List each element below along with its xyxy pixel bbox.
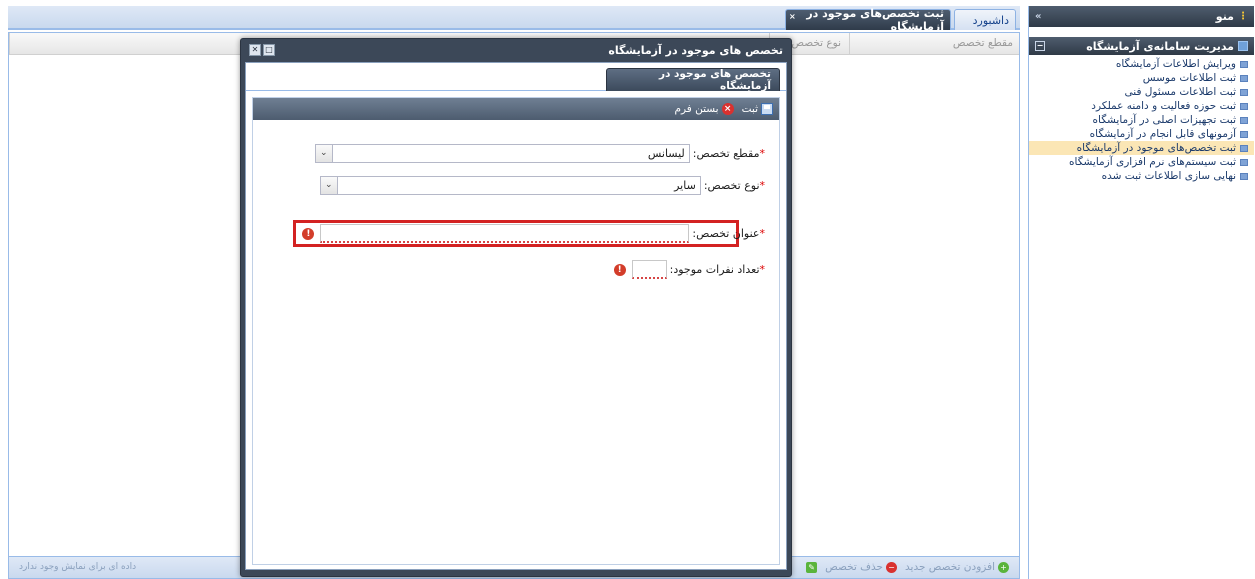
edit-icon: ✎ <box>806 561 818 573</box>
column-header-spacer <box>9 33 29 54</box>
collapse-sidebar-icon[interactable]: » <box>1035 11 1041 22</box>
form-panel: ثبت × بستن فرم * مقطع تخصص: ⌄ لیسانس * ن… <box>252 97 780 565</box>
degree-label: مقطع تخصص: <box>692 147 760 160</box>
add-icon: + <box>998 561 1009 573</box>
error-icon: ! <box>613 263 626 276</box>
type-field-row: * نوع تخصص: ⌄ سایر <box>319 176 766 195</box>
page-icon <box>1240 144 1248 152</box>
required-marker: * <box>759 147 766 160</box>
group-collapse-icon[interactable]: − <box>1035 41 1045 51</box>
form-toolbar: ثبت × بستن فرم <box>253 98 779 120</box>
tab-specialties-form[interactable]: تخصص های موجود در آزمایشگاه <box>606 68 780 92</box>
title-input[interactable] <box>320 224 690 243</box>
close-form-button[interactable]: × بستن فرم <box>674 103 734 115</box>
count-field-row: * تعداد نفرات موجود: ! <box>613 260 766 279</box>
sidebar-item-software-systems[interactable]: ثبت سیستم‌های نرم افزاری آزمایشگاه <box>1029 155 1254 169</box>
degree-select[interactable]: ⌄ لیسانس <box>314 144 690 163</box>
sidebar-item-available-tests[interactable]: آزمونهای قابل انجام در آزمایشگاه <box>1029 127 1254 141</box>
modal-title-bar[interactable]: تخصص های موجود در آزمایشگاه ✕ □ <box>241 39 791 61</box>
required-marker: * <box>759 179 766 192</box>
type-select-value[interactable]: سایر <box>337 176 701 195</box>
error-icon: ! <box>302 227 315 240</box>
degree-field-row: * مقطع تخصص: ⌄ لیسانس <box>314 144 766 163</box>
chevron-down-icon[interactable]: ⌄ <box>314 144 333 163</box>
specialty-modal-window: تخصص های موجود در آزمایشگاه ✕ □ تخصص های… <box>240 38 792 577</box>
page-icon <box>1240 74 1248 82</box>
grid-actions: + افزودن تخصص جدید − حذف تخصص ✎ <box>806 561 1009 573</box>
sidebar-menu-list: ویرایش اطلاعات آزمایشگاه ثبت اطلاعات موس… <box>1029 55 1254 183</box>
sidebar-menu: ⋮ منو » مدیریت سامانه‌ی آزمایشگاه − ویرا… <box>1028 6 1254 579</box>
page-icon <box>1240 116 1248 124</box>
edit-specialty-button[interactable]: ✎ <box>806 561 818 573</box>
page-icon <box>1240 172 1248 180</box>
delete-specialty-button[interactable]: − حذف تخصص <box>825 561 898 573</box>
sidebar-title: منو <box>1215 10 1234 23</box>
page-icon <box>1240 102 1248 110</box>
close-circle-icon: × <box>721 103 734 115</box>
count-label: تعداد نفرات موجود: <box>669 263 760 276</box>
tab-bar: داشبورد ثبت تخصص‌های موجود در آزمایشگاه … <box>8 6 1020 33</box>
page-icon <box>1240 158 1248 166</box>
tab-dashboard[interactable]: داشبورد <box>954 9 1016 30</box>
tab-specialties[interactable]: ثبت تخصص‌های موجود در آزمایشگاه × <box>785 7 951 33</box>
chevron-down-icon[interactable]: ⌄ <box>319 176 338 195</box>
maximize-icon[interactable]: □ <box>263 44 275 56</box>
sidebar-item-specialties[interactable]: ثبت تخصص‌های موجود در آزمایشگاه <box>1029 141 1254 155</box>
folder-icon <box>1238 41 1248 51</box>
column-header-degree[interactable]: مقطع تخصص <box>849 33 1021 54</box>
modal-tools: ✕ □ <box>249 44 275 56</box>
type-label: نوع تخصص: <box>703 179 760 192</box>
sidebar-group-header[interactable]: مدیریت سامانه‌ی آزمایشگاه − <box>1029 37 1254 55</box>
sidebar-header: ⋮ منو » <box>1029 6 1254 27</box>
type-select[interactable]: ⌄ سایر <box>319 176 701 195</box>
sidebar-item-founder-info[interactable]: ثبت اطلاعات موسس <box>1029 71 1254 85</box>
degree-select-value[interactable]: لیسانس <box>332 144 690 163</box>
page-icon <box>1240 60 1248 68</box>
modal-title: تخصص های موجود در آزمایشگاه <box>608 43 783 57</box>
title-label: عنوان تخصص: <box>692 227 760 240</box>
sidebar-item-edit-lab-info[interactable]: ویرایش اطلاعات آزمایشگاه <box>1029 57 1254 71</box>
sidebar-group-title: مدیریت سامانه‌ی آزمایشگاه <box>1086 39 1234 53</box>
close-icon[interactable]: ✕ <box>249 44 261 56</box>
page-icon <box>1240 88 1248 96</box>
menu-icon: ⋮ <box>1238 11 1248 22</box>
required-marker: * <box>759 227 766 240</box>
close-tab-icon[interactable]: × <box>789 12 796 21</box>
sidebar-item-finalize[interactable]: نهایی سازی اطلاعات ثبت شده <box>1029 169 1254 183</box>
required-marker: * <box>759 263 766 276</box>
empty-grid-message: داده ای برای نمایش وجود ندارد <box>19 562 137 572</box>
page-icon <box>1240 130 1248 138</box>
title-field-row: * عنوان تخصص: ! <box>302 224 765 243</box>
remove-icon: − <box>886 561 898 573</box>
add-specialty-button[interactable]: + افزودن تخصص جدید <box>905 561 1009 573</box>
save-icon <box>761 103 773 115</box>
modal-tabstrip: تخصص های موجود در آزمایشگاه <box>246 63 786 92</box>
sidebar-item-main-equipment[interactable]: ثبت تجهیزات اصلی در آزمایشگاه <box>1029 113 1254 127</box>
save-button[interactable]: ثبت <box>742 103 773 115</box>
modal-body: تخصص های موجود در آزمایشگاه ثبت × بستن ف… <box>245 62 787 570</box>
sidebar-item-activity-scope[interactable]: ثبت حوزه فعالیت و دامنه عملکرد <box>1029 99 1254 113</box>
sidebar-item-technical-manager[interactable]: ثبت اطلاعات مسئول فنی <box>1029 85 1254 99</box>
count-input[interactable] <box>631 260 667 279</box>
